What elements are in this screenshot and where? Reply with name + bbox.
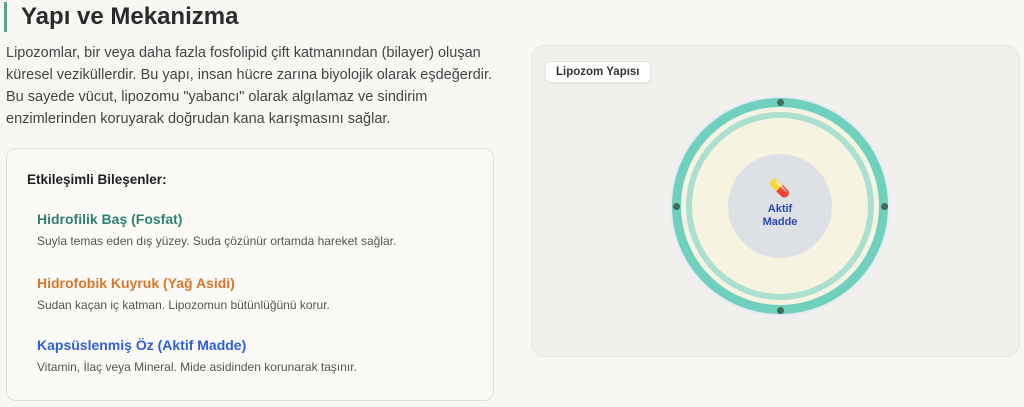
component-description: Sudan kaçan iç katman. Lipozomun bütünlü… [37, 298, 330, 312]
active-substance-core[interactable]: 💊 Aktif Madde [728, 154, 832, 258]
component-name: Hidrofilik Baş (Fosfat) [37, 211, 183, 227]
components-card: Etkileşimli Bileşenler: Hidrofilik Baş (… [6, 148, 494, 401]
component-hydrophobic-tail[interactable]: Hidrofobik Kuyruk (Yağ Asidi) Sudan kaça… [37, 274, 330, 313]
core-label: Aktif Madde [762, 202, 798, 228]
component-name: Kapsüslenmiş Öz (Aktif Madde) [37, 337, 247, 353]
membrane-node-top [776, 98, 784, 106]
component-description: Suyla temas eden dış yüzey. Suda çözünür… [37, 234, 397, 248]
visual-label: Lipozom Yapısı [545, 61, 651, 83]
component-name: Hidrofobik Kuyruk (Yağ Asidi) [37, 275, 235, 291]
membrane-node-bottom [776, 306, 784, 314]
liposome-diagram: 💊 Aktif Madde [670, 96, 890, 316]
page: Yapı ve Mekanizma Lipozomlar, bir veya d… [0, 0, 1024, 407]
intro-paragraph: Lipozomlar, bir veya daha fazla fosfolip… [6, 45, 492, 127]
pill-icon: 💊 [769, 178, 791, 198]
component-hydrophilic-head[interactable]: Hidrofilik Baş (Fosfat) Suyla temas eden… [37, 210, 396, 249]
component-encapsulated-core[interactable]: Kapsüslenmiş Öz (Aktif Madde) Vitamin, İ… [37, 336, 357, 375]
membrane-node-right [880, 202, 888, 210]
liposome-visual-card: Lipozom Yapısı 💊 Aktif Madde [531, 45, 1020, 357]
components-title: Etkileşimli Bileşenler: [27, 172, 167, 187]
component-description: Vitamin, İlaç veya Mineral. Mide asidind… [37, 360, 357, 374]
page-title: Yapı ve Mekanizma [4, 2, 238, 32]
membrane-node-left [672, 202, 680, 210]
